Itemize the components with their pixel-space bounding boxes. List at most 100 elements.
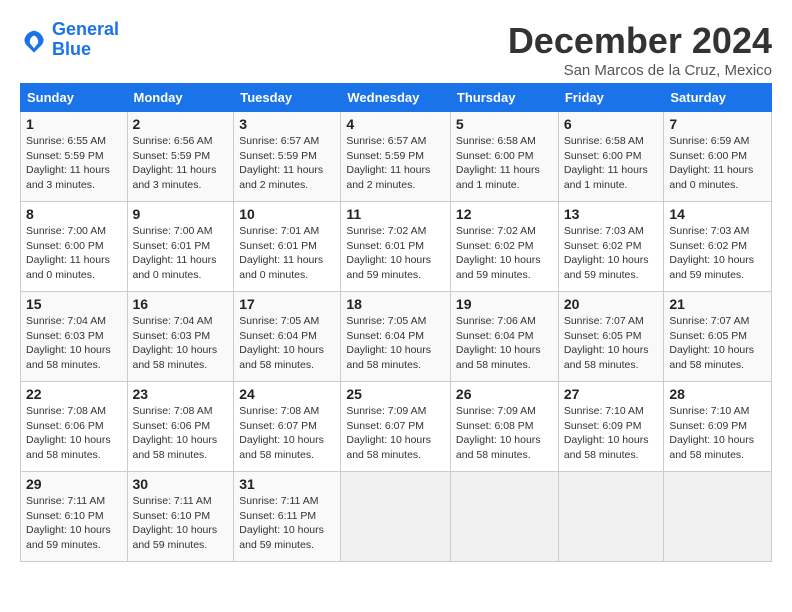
calendar-day-22: 22Sunrise: 7:08 AM Sunset: 6:06 PM Dayli… xyxy=(21,382,128,472)
day-number: 8 xyxy=(26,206,122,222)
day-info: Sunrise: 6:58 AM Sunset: 6:00 PM Dayligh… xyxy=(456,134,553,193)
weekday-header-friday: Friday xyxy=(558,84,664,112)
calendar-day-28: 28 Sunrise: 7:10 AM Sunset: 6:09 PM Dayli… xyxy=(664,382,772,472)
logo-text: General Blue xyxy=(52,20,119,60)
day-number: 17 xyxy=(239,296,335,312)
day-number: 6 xyxy=(564,116,659,132)
day-info: Sunrise: 7:00 AM Sunset: 6:01 PM Dayligh… xyxy=(133,224,229,283)
calendar-day-19: 19 Sunrise: 7:06 AM Sunset: 6:04 PM Dayli… xyxy=(450,292,558,382)
weekday-header-saturday: Saturday xyxy=(664,84,772,112)
day-number: 15 xyxy=(26,296,122,312)
calendar-day-9: 9 Sunrise: 7:00 AM Sunset: 6:01 PM Daylig… xyxy=(127,202,234,292)
day-info: Sunrise: 6:59 AM Sunset: 6:00 PM Dayligh… xyxy=(669,134,766,193)
calendar-day-27: 27Sunrise: 7:10 AM Sunset: 6:09 PM Dayli… xyxy=(558,382,664,472)
day-number: 4 xyxy=(346,116,445,132)
day-number: 21 xyxy=(669,296,766,312)
day-number: 7 xyxy=(669,116,766,132)
day-number: 31 xyxy=(239,476,335,492)
calendar-day-20: 20 Sunrise: 7:07 AM Sunset: 6:05 PM Dayli… xyxy=(558,292,664,382)
page-header: General Blue December 2024 San Marcos de… xyxy=(20,20,772,79)
calendar-day-2: 2 Sunrise: 6:56 AM Sunset: 5:59 PM Daylig… xyxy=(127,112,234,202)
calendar-day-6: 6 Sunrise: 6:58 AM Sunset: 6:00 PM Daylig… xyxy=(558,112,664,202)
day-number: 2 xyxy=(133,116,229,132)
day-number: 9 xyxy=(133,206,229,222)
day-info: Sunrise: 7:09 AM Sunset: 6:07 PM Dayligh… xyxy=(346,404,445,463)
weekday-header-wednesday: Wednesday xyxy=(341,84,451,112)
calendar-day-26: 26 Sunrise: 7:09 AM Sunset: 6:08 PM Dayli… xyxy=(450,382,558,472)
day-number: 24 xyxy=(239,386,335,402)
day-number: 5 xyxy=(456,116,553,132)
weekday-header-thursday: Thursday xyxy=(450,84,558,112)
day-info: Sunrise: 6:55 AM Sunset: 5:59 PM Dayligh… xyxy=(26,134,122,193)
calendar-day-24: 24 Sunrise: 7:08 AM Sunset: 6:07 PM Dayli… xyxy=(234,382,341,472)
calendar-day-4: 4 Sunrise: 6:57 AM Sunset: 5:59 PM Daylig… xyxy=(341,112,451,202)
weekday-header-sunday: Sunday xyxy=(21,84,128,112)
day-number: 19 xyxy=(456,296,553,312)
day-info: Sunrise: 7:02 AM Sunset: 6:01 PM Dayligh… xyxy=(346,224,445,283)
calendar-day-15: 15 Sunrise: 7:04 AM Sunset: 6:03 PM Dayli… xyxy=(21,292,128,382)
day-info: Sunrise: 7:10 AM Sunset: 6:09 PM Dayligh… xyxy=(669,404,766,463)
calendar-day-23: 23Sunrise: 7:08 AM Sunset: 6:06 PM Dayli… xyxy=(127,382,234,472)
calendar-day-16: 16Sunrise: 7:04 AM Sunset: 6:03 PM Dayli… xyxy=(127,292,234,382)
day-number: 1 xyxy=(26,116,122,132)
day-info: Sunrise: 7:03 AM Sunset: 6:02 PM Dayligh… xyxy=(564,224,659,283)
day-number: 26 xyxy=(456,386,553,402)
calendar-body: 1 Sunrise: 6:55 AM Sunset: 5:59 PM Daylig… xyxy=(21,112,772,562)
day-info: Sunrise: 6:56 AM Sunset: 5:59 PM Dayligh… xyxy=(133,134,229,193)
calendar-day-18: 18 Sunrise: 7:05 AM Sunset: 6:04 PM Dayli… xyxy=(341,292,451,382)
day-info: Sunrise: 7:07 AM Sunset: 6:05 PM Dayligh… xyxy=(564,314,659,373)
day-info: Sunrise: 7:00 AM Sunset: 6:00 PM Dayligh… xyxy=(26,224,122,283)
location-subtitle: San Marcos de la Cruz, Mexico xyxy=(508,62,772,79)
day-info: Sunrise: 7:05 AM Sunset: 6:04 PM Dayligh… xyxy=(346,314,445,373)
calendar-day-11: 11 Sunrise: 7:02 AM Sunset: 6:01 PM Dayli… xyxy=(341,202,451,292)
empty-cell xyxy=(558,472,664,562)
day-info: Sunrise: 7:11 AM Sunset: 6:10 PM Dayligh… xyxy=(26,494,122,553)
day-info: Sunrise: 7:07 AM Sunset: 6:05 PM Dayligh… xyxy=(669,314,766,373)
weekday-header-monday: Monday xyxy=(127,84,234,112)
calendar-week-1: 1 Sunrise: 6:55 AM Sunset: 5:59 PM Daylig… xyxy=(21,112,772,202)
empty-cell xyxy=(341,472,451,562)
day-number: 28 xyxy=(669,386,766,402)
day-number: 25 xyxy=(346,386,445,402)
calendar-day-8: 8 Sunrise: 7:00 AM Sunset: 6:00 PM Daylig… xyxy=(21,202,128,292)
calendar-day-5: 5 Sunrise: 6:58 AM Sunset: 6:00 PM Daylig… xyxy=(450,112,558,202)
weekday-header-row: SundayMondayTuesdayWednesdayThursdayFrid… xyxy=(21,84,772,112)
calendar-day-3: 3Sunrise: 6:57 AM Sunset: 5:59 PM Daylig… xyxy=(234,112,341,202)
logo-line1: General xyxy=(52,19,119,39)
day-number: 18 xyxy=(346,296,445,312)
day-number: 20 xyxy=(564,296,659,312)
calendar-day-10: 10 Sunrise: 7:01 AM Sunset: 6:01 PM Dayli… xyxy=(234,202,341,292)
calendar-week-2: 8 Sunrise: 7:00 AM Sunset: 6:00 PM Daylig… xyxy=(21,202,772,292)
calendar-day-13: 13 Sunrise: 7:03 AM Sunset: 6:02 PM Dayli… xyxy=(558,202,664,292)
day-info: Sunrise: 7:08 AM Sunset: 6:07 PM Dayligh… xyxy=(239,404,335,463)
day-info: Sunrise: 7:09 AM Sunset: 6:08 PM Dayligh… xyxy=(456,404,553,463)
day-info: Sunrise: 7:01 AM Sunset: 6:01 PM Dayligh… xyxy=(239,224,335,283)
day-info: Sunrise: 7:04 AM Sunset: 6:03 PM Dayligh… xyxy=(26,314,122,373)
calendar-week-3: 15 Sunrise: 7:04 AM Sunset: 6:03 PM Dayli… xyxy=(21,292,772,382)
day-info: Sunrise: 7:11 AM Sunset: 6:11 PM Dayligh… xyxy=(239,494,335,553)
day-info: Sunrise: 7:11 AM Sunset: 6:10 PM Dayligh… xyxy=(133,494,229,553)
day-info: Sunrise: 7:02 AM Sunset: 6:02 PM Dayligh… xyxy=(456,224,553,283)
weekday-header-tuesday: Tuesday xyxy=(234,84,341,112)
day-number: 14 xyxy=(669,206,766,222)
calendar-day-30: 30 Sunrise: 7:11 AM Sunset: 6:10 PM Dayli… xyxy=(127,472,234,562)
day-number: 16 xyxy=(133,296,229,312)
logo-icon xyxy=(20,26,48,54)
day-number: 12 xyxy=(456,206,553,222)
empty-cell xyxy=(664,472,772,562)
day-number: 30 xyxy=(133,476,229,492)
day-number: 11 xyxy=(346,206,445,222)
calendar-week-4: 22Sunrise: 7:08 AM Sunset: 6:06 PM Dayli… xyxy=(21,382,772,472)
day-number: 13 xyxy=(564,206,659,222)
day-info: Sunrise: 6:58 AM Sunset: 6:00 PM Dayligh… xyxy=(564,134,659,193)
day-number: 29 xyxy=(26,476,122,492)
day-info: Sunrise: 7:08 AM Sunset: 6:06 PM Dayligh… xyxy=(26,404,122,463)
day-info: Sunrise: 7:08 AM Sunset: 6:06 PM Dayligh… xyxy=(133,404,229,463)
day-info: Sunrise: 7:06 AM Sunset: 6:04 PM Dayligh… xyxy=(456,314,553,373)
day-info: Sunrise: 7:05 AM Sunset: 6:04 PM Dayligh… xyxy=(239,314,335,373)
calendar-day-21: 21 Sunrise: 7:07 AM Sunset: 6:05 PM Dayli… xyxy=(664,292,772,382)
calendar-week-5: 29 Sunrise: 7:11 AM Sunset: 6:10 PM Dayli… xyxy=(21,472,772,562)
day-info: Sunrise: 7:10 AM Sunset: 6:09 PM Dayligh… xyxy=(564,404,659,463)
day-number: 10 xyxy=(239,206,335,222)
day-info: Sunrise: 6:57 AM Sunset: 5:59 PM Dayligh… xyxy=(346,134,445,193)
